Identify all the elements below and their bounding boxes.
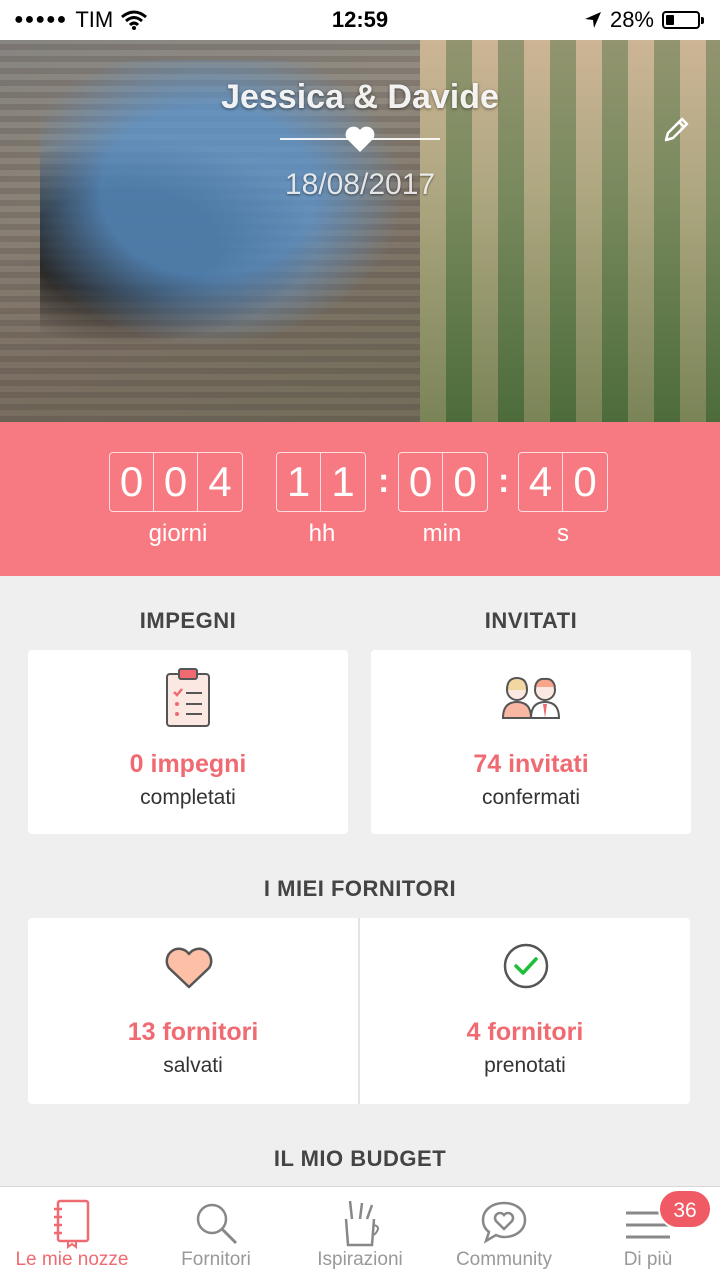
guests-icon [501,676,561,719]
tab-label: Ispirazioni [317,1249,403,1270]
days-digit: 4 [208,458,232,505]
tab-ispirazioni[interactable]: Ispirazioni [288,1187,432,1280]
cover-photo[interactable]: Jessica & Davide 18/08/2017 [0,40,720,422]
tasks-count: 0 impegni [129,750,247,778]
carrier-label: TIM [75,7,114,32]
countdown-seconds: 4 0 [518,452,608,512]
tasks-card[interactable]: 0 impegni completati [28,650,348,834]
pencil-cup-icon [344,1200,379,1247]
clipboard-icon [166,668,210,727]
tab-di-piu[interactable]: 36 Di più [576,1187,720,1280]
tab-bar: Le mie nozze Fornitori Ispirazioni Commu… [0,1186,720,1280]
guests-title: INVITATI [484,608,578,633]
vendors-title: I MIEI FORNITORI [263,876,457,901]
minutes-digit: 0 [453,458,477,505]
tab-label: Community [455,1249,553,1270]
minutes-label: min [422,520,462,547]
notification-badge: 36 [658,1189,712,1229]
tab-community[interactable]: Community [432,1187,576,1280]
notebook-icon [54,1199,90,1249]
tab-label: Le mie nozze [15,1249,129,1270]
tasks-title: IMPEGNI [139,608,237,633]
saved-count: 13 fornitori [127,1018,259,1046]
battery-level [666,15,675,25]
minutes-digit: 0 [399,453,443,511]
days-digit: 0 [154,453,198,511]
edit-icon[interactable] [660,114,692,146]
booked-count: 4 fornitori [466,1018,584,1046]
countdown: 0 0 4 1 1 : 0 0 : 4 0 giorni hh min s [0,422,720,576]
saved-vendors[interactable]: 13 fornitori salvati [28,918,358,1104]
hours-digit: 1 [277,453,321,511]
heart-icon [165,947,213,989]
saved-sub: salvati [163,1054,223,1077]
tasks-sub: completati [140,786,236,809]
time-separator: : [498,462,510,500]
countdown-hours: 1 1 [276,452,366,512]
signal-icon: ●●●●● [14,11,68,28]
days-label: giorni [148,520,208,547]
tab-label: Di più [623,1249,673,1270]
hours-label: hh [308,520,336,547]
status-right: 28% [584,7,704,33]
tab-le-mie-nozze[interactable]: Le mie nozze [0,1187,144,1280]
time-separator: : [378,462,390,500]
guests-sub: confermati [481,786,581,809]
location-arrow-icon [584,12,601,28]
budget-title: IL MIO BUDGET [273,1146,447,1171]
tab-label: Fornitori [181,1249,251,1270]
couple-name: Jessica & Davide [221,78,499,116]
seconds-label: s [557,520,569,547]
seconds-digit: 4 [519,453,563,511]
booked-vendors[interactable]: 4 fornitori prenotati [360,918,690,1104]
status-bar: ●●●●● TIM 12:59 28% [0,0,720,40]
tab-fornitori[interactable]: Fornitori [144,1187,288,1280]
hours-digit: 1 [331,458,355,505]
wifi-icon [121,10,148,30]
battery-percent: 28% [609,7,654,32]
wedding-date: 18/08/2017 [284,168,436,201]
seconds-digit: 0 [573,458,597,505]
heart-icon [345,126,375,152]
days-digit: 0 [110,453,154,511]
battery-icon [662,11,704,29]
vendors-card: 13 fornitori salvati 4 fornitori prenota… [28,918,690,1104]
booked-sub: prenotati [484,1054,566,1077]
search-icon [196,1203,238,1245]
check-circle-icon [503,943,549,989]
countdown-minutes: 0 0 [398,452,488,512]
guests-count: 74 invitati [473,750,589,778]
chat-heart-icon [481,1201,527,1244]
status-left: ●●●●● TIM [14,7,148,33]
countdown-days: 0 0 4 [109,452,243,512]
guests-card[interactable]: 74 invitati confermati [371,650,691,834]
